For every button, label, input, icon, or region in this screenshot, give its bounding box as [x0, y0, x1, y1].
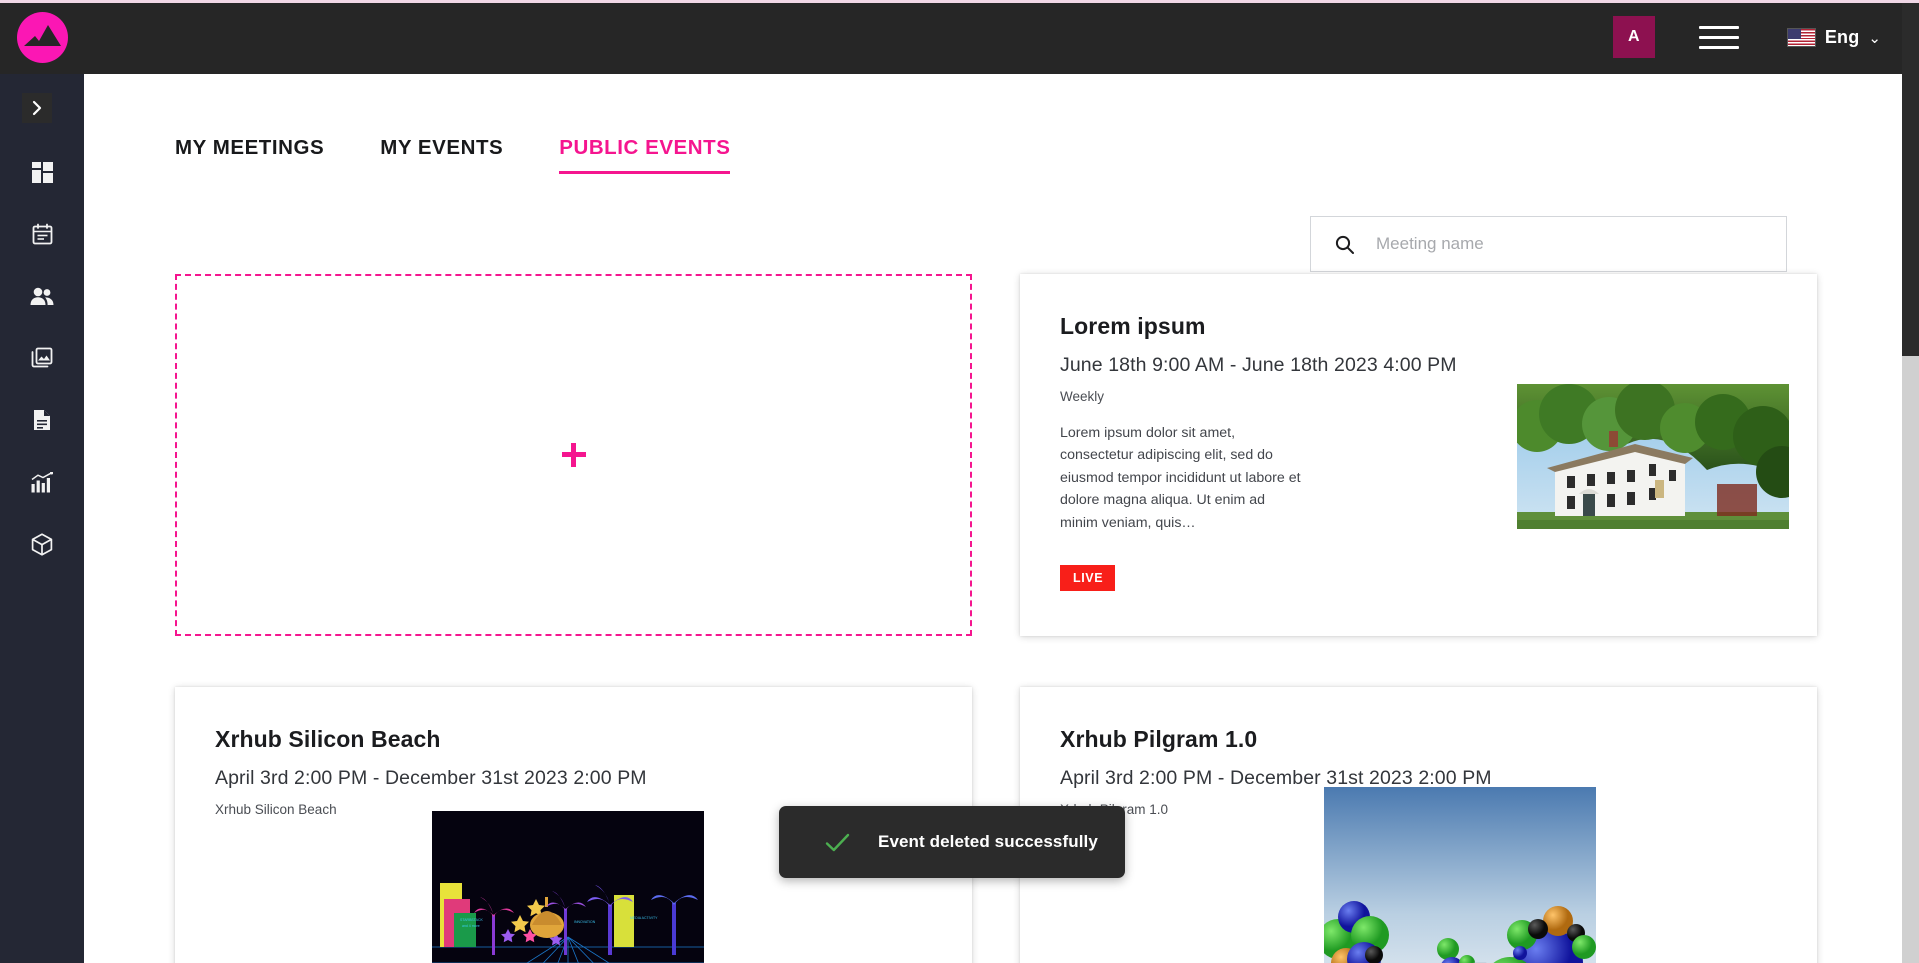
event-thumbnail-house — [1517, 384, 1789, 529]
tab-my-events[interactable]: MY EVENTS — [380, 136, 503, 174]
sidebar-nav-list — [0, 141, 84, 575]
sidebar-expand-button[interactable] — [22, 93, 52, 123]
avatar[interactable]: A — [1612, 16, 1655, 58]
search-icon — [1335, 235, 1354, 254]
toast-notification: Event deleted successfully — [779, 806, 1125, 878]
top-bar: A Eng ⌄ — [0, 0, 1919, 74]
tab-my-meetings[interactable]: MY MEETINGS — [175, 136, 324, 174]
sidebar-item-documents[interactable] — [0, 389, 84, 451]
top-bar-right-group: A Eng ⌄ — [1612, 0, 1919, 74]
event-card-xrhub-pilgram[interactable]: Xrhub Pilgram 1.0 April 3rd 2:00 PM - De… — [1020, 687, 1817, 963]
add-event-card[interactable] — [175, 274, 972, 636]
status-badge-live[interactable]: LIVE — [1060, 565, 1116, 591]
sidebar-item-assets[interactable] — [0, 513, 84, 575]
event-title: Xrhub Silicon Beach — [215, 726, 441, 752]
svg-text:and 4 more: and 4 more — [462, 924, 480, 928]
sidebar-item-dashboard[interactable] — [0, 141, 84, 203]
sidebar-item-analytics[interactable] — [0, 451, 84, 513]
language-selector[interactable]: Eng ⌄ — [1786, 26, 1881, 48]
event-thumbnail-neon-city: STARBSTACK and 4 more INNOVATION MEDIA A… — [432, 787, 704, 963]
logo-container[interactable] — [0, 11, 84, 63]
page-scrollbar[interactable] — [1902, 0, 1919, 963]
hamburger-line — [1698, 35, 1739, 39]
hamburger-line — [1698, 45, 1739, 49]
check-icon — [825, 833, 850, 852]
sidebar-item-users[interactable] — [0, 265, 84, 327]
flag-canton — [1787, 28, 1801, 39]
hamburger-icon[interactable] — [1698, 22, 1739, 52]
hamburger-line — [1698, 25, 1739, 29]
language-label: Eng — [1824, 26, 1860, 47]
event-title: Lorem ipsum — [1060, 313, 1206, 339]
svg-text:INNOVATION: INNOVATION — [574, 920, 596, 924]
sidebar-item-gallery[interactable] — [0, 327, 84, 389]
event-recurrence: Xrhub Silicon Beach — [215, 802, 337, 817]
event-card-lorem-ipsum[interactable]: Lorem ipsum June 18th 9:00 AM - June 18t… — [1020, 274, 1817, 636]
mountain-chart-logo-icon[interactable] — [16, 11, 68, 63]
sidebar-item-calendar[interactable] — [0, 203, 84, 265]
sidebar — [0, 74, 84, 963]
event-thumbnail-molecules: High % in Textless w/ flat Gradient and … — [1324, 787, 1596, 963]
event-title: Xrhub Pilgram 1.0 — [1060, 726, 1258, 752]
scrollbar-thumb[interactable] — [1902, 0, 1919, 356]
toast-message: Event deleted successfully — [878, 832, 1098, 851]
event-recurrence: Weekly — [1060, 389, 1105, 404]
search-box[interactable] — [1310, 216, 1787, 272]
tab-public-events[interactable]: PUBLIC EVENTS — [559, 136, 731, 174]
plus-icon — [561, 443, 586, 467]
svg-text:STARBSTACK: STARBSTACK — [460, 918, 483, 922]
event-date-range: June 18th 9:00 AM - June 18th 2023 4:00 … — [1060, 354, 1457, 376]
event-description: Lorem ipsum dolor sit amet, consectetur … — [1060, 425, 1301, 531]
window-top-edge — [0, 0, 1919, 3]
chevron-down-icon: ⌄ — [1868, 29, 1881, 47]
search-input[interactable] — [1376, 234, 1756, 254]
svg-text:MEDIA ACTIVITY: MEDIA ACTIVITY — [630, 916, 658, 920]
us-flag-icon — [1786, 27, 1816, 47]
tabs-bar: MY MEETINGS MY EVENTS PUBLIC EVENTS — [175, 136, 731, 174]
